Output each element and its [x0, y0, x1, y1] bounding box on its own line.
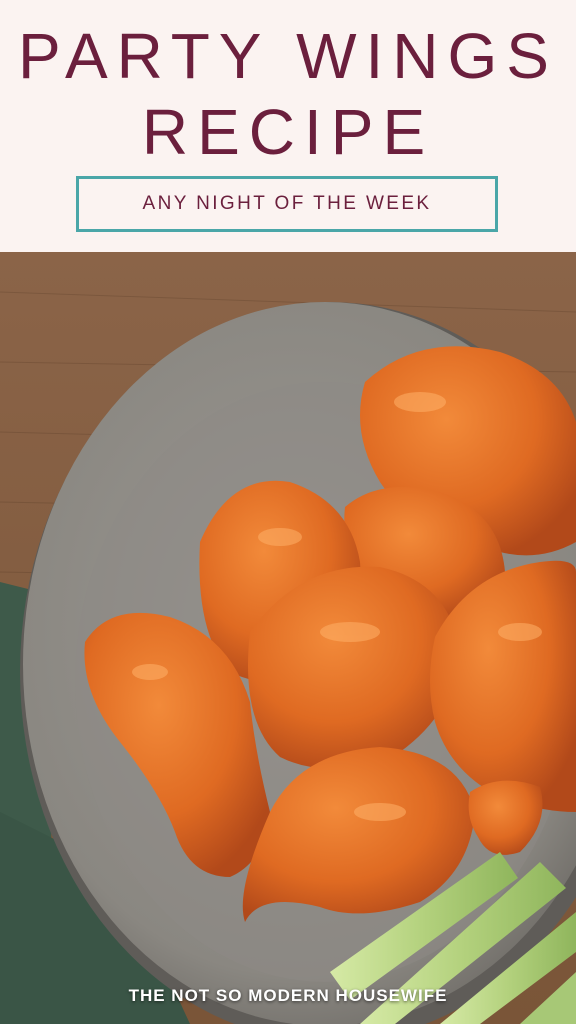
- wings-illustration: [0, 252, 576, 1024]
- subtitle-text: ANY NIGHT OF THE WEEK: [142, 193, 432, 214]
- pin-header: PARTY WINGS RECIPE ANY NIGHT OF THE WEEK: [0, 0, 576, 252]
- food-photo: [0, 252, 576, 1024]
- brand-footer: THE NOT SO MODERN HOUSEWIFE: [128, 986, 448, 1005]
- page-title-line-2: RECIPE: [141, 96, 435, 168]
- subtitle-box: ANY NIGHT OF THE WEEK: [76, 176, 498, 232]
- page-title-line-1: PARTY WINGS: [18, 20, 558, 92]
